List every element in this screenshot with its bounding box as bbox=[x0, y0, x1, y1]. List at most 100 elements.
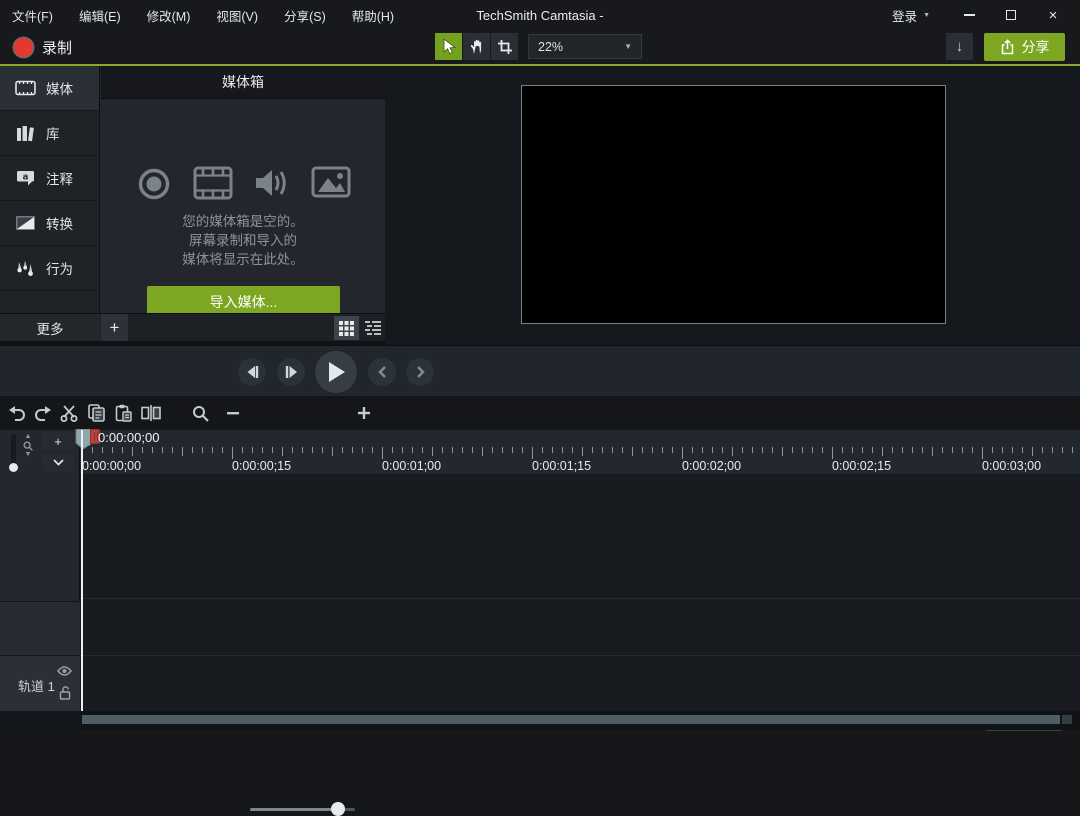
timeline-gutter: ▲ ▼ + 轨道 1 bbox=[0, 430, 80, 730]
svg-text:a: a bbox=[22, 173, 28, 183]
media-bin-title: 媒体箱 bbox=[101, 66, 385, 99]
title-bar: 文件(F) 编辑(E) 修改(M) 视图(V) 分享(S) 帮助(H) Tech… bbox=[0, 0, 1080, 30]
share-button[interactable]: 分享 bbox=[984, 33, 1065, 61]
annotation-icon: a bbox=[14, 170, 36, 186]
list-view-icon bbox=[365, 321, 381, 335]
playhead[interactable]: 0:00:00;00 bbox=[75, 429, 105, 449]
preview-canvas[interactable] bbox=[521, 85, 946, 324]
next-frame-button[interactable] bbox=[277, 358, 305, 386]
pan-tool-button[interactable] bbox=[463, 33, 490, 60]
audio-icon bbox=[254, 166, 290, 202]
timeline-divider bbox=[80, 598, 1080, 599]
timeline-toolbar bbox=[0, 396, 1080, 430]
list-view-button[interactable] bbox=[360, 316, 385, 340]
track-lock-button[interactable] bbox=[59, 686, 71, 700]
share-icon bbox=[1000, 39, 1015, 55]
add-track-button[interactable]: + bbox=[42, 432, 74, 450]
split-button[interactable] bbox=[139, 401, 163, 425]
play-icon bbox=[327, 362, 345, 382]
chevron-left-icon bbox=[378, 366, 387, 378]
recording-icon bbox=[136, 166, 172, 202]
add-tab-button[interactable]: + bbox=[101, 314, 128, 342]
sidebar-item-media[interactable]: 媒体 bbox=[0, 66, 99, 111]
crop-tool-button[interactable] bbox=[491, 33, 518, 60]
track-zoom-control[interactable]: ▲ ▼ bbox=[22, 433, 34, 459]
playhead-time-label: 0:00:00;00 bbox=[98, 430, 159, 445]
redo-button[interactable] bbox=[31, 401, 55, 425]
track-options-button[interactable] bbox=[42, 453, 74, 471]
download-button[interactable]: ↓ bbox=[946, 33, 973, 60]
signin-label: 登录 bbox=[892, 6, 917, 25]
menu-file[interactable]: 文件(F) bbox=[12, 6, 53, 25]
menu-edit[interactable]: 编辑(E) bbox=[79, 6, 121, 25]
zoom-in-button[interactable] bbox=[352, 401, 376, 425]
download-icon: ↓ bbox=[956, 38, 964, 55]
minimize-icon bbox=[964, 14, 975, 16]
split-icon bbox=[141, 405, 161, 421]
track-1-content[interactable] bbox=[80, 655, 1080, 711]
sidebar-item-annotations[interactable]: a 注释 bbox=[0, 156, 99, 201]
chevron-down-icon: ▼ bbox=[624, 42, 632, 51]
playback-bar: 00:00 / 00:00 30 fps 属性 bbox=[0, 345, 1080, 396]
sidebar-item-transitions[interactable]: 转换 bbox=[0, 201, 99, 246]
sidebar-item-label: 库 bbox=[46, 123, 60, 143]
ruler-label: 0:00:01;00 bbox=[382, 459, 441, 473]
media-bin: 您的媒体箱是空的。 屏幕录制和导入的 媒体将显示在此处。 导入媒体... bbox=[101, 100, 385, 313]
play-button[interactable] bbox=[315, 351, 357, 393]
maximize-icon bbox=[1006, 10, 1016, 20]
record-button[interactable]: 录制 bbox=[8, 33, 78, 61]
cut-button[interactable] bbox=[57, 401, 81, 425]
chevron-down-icon bbox=[53, 459, 64, 466]
ruler-label: 0:00:00;00 bbox=[82, 459, 141, 473]
ruler-label: 0:00:02;00 bbox=[682, 459, 741, 473]
paste-button[interactable] bbox=[111, 401, 135, 425]
menu-help[interactable]: 帮助(H) bbox=[352, 6, 394, 25]
media-icon bbox=[14, 80, 36, 96]
timeline-scroll-area bbox=[80, 711, 1080, 730]
left-panel: 媒体 库 a 注释 转换 行为 媒体箱 bbox=[0, 66, 385, 345]
library-icon bbox=[14, 125, 36, 142]
sidebar-more-button[interactable]: 更多 bbox=[0, 314, 100, 342]
ruler-label: 0:00:01;15 bbox=[532, 459, 591, 473]
jump-next-button[interactable] bbox=[406, 358, 434, 386]
timeline-zoom-slider-thumb[interactable] bbox=[331, 802, 345, 816]
timeline: ▲ ▼ + 轨道 1 0:00:00;00 0:00:00;15 0:00:01;0… bbox=[0, 430, 1080, 730]
ruler-label: 0:00:00;15 bbox=[232, 459, 291, 473]
minimize-button[interactable] bbox=[952, 2, 986, 28]
zoom-out-button[interactable] bbox=[221, 401, 245, 425]
sidebar-item-label: 转换 bbox=[46, 213, 73, 233]
sidebar-item-library[interactable]: 库 bbox=[0, 111, 99, 156]
timeline-ruler[interactable]: 0:00:00;00 0:00:00;15 0:00:01;00 0:00:01;15… bbox=[80, 430, 1080, 475]
step-back-icon bbox=[246, 366, 259, 378]
gutter-bottom bbox=[0, 711, 80, 730]
sidebar-item-label: 媒体 bbox=[46, 78, 73, 98]
undo-button[interactable] bbox=[5, 401, 29, 425]
maximize-button[interactable] bbox=[994, 2, 1028, 28]
timeline-scrollbar[interactable] bbox=[82, 715, 1060, 724]
menu-modify[interactable]: 修改(M) bbox=[147, 6, 191, 25]
menu-view[interactable]: 视图(V) bbox=[216, 6, 258, 25]
previous-frame-button[interactable] bbox=[238, 358, 266, 386]
signin-button[interactable]: 登录 ▼ bbox=[892, 6, 930, 25]
eye-icon bbox=[57, 666, 72, 676]
menu-share[interactable]: 分享(S) bbox=[284, 6, 326, 25]
playhead-line[interactable] bbox=[81, 430, 83, 711]
cursor-tool-button[interactable] bbox=[435, 33, 462, 60]
menu-bar: 文件(F) 编辑(E) 修改(M) 视图(V) 分享(S) 帮助(H) bbox=[12, 0, 394, 30]
track-1-header[interactable]: 轨道 1 bbox=[0, 655, 80, 711]
copy-icon bbox=[88, 404, 105, 422]
jump-previous-button[interactable] bbox=[368, 358, 396, 386]
panel-bottom-bar: 更多 + bbox=[0, 313, 385, 341]
track-height-slider-thumb[interactable] bbox=[9, 463, 18, 472]
close-button[interactable]: × bbox=[1036, 2, 1070, 28]
copy-button[interactable] bbox=[84, 401, 108, 425]
step-forward-icon bbox=[285, 366, 298, 378]
cursor-icon bbox=[440, 38, 457, 55]
canvas-zoom-dropdown[interactable]: 22% ▼ bbox=[528, 34, 642, 59]
sidebar-item-label: 注释 bbox=[46, 168, 73, 188]
scissors-icon bbox=[60, 405, 78, 422]
sidebar-item-behaviors[interactable]: 行为 bbox=[0, 246, 99, 291]
timeline-zoom-button[interactable] bbox=[188, 401, 212, 425]
track-visibility-button[interactable] bbox=[57, 666, 72, 676]
grid-view-button[interactable] bbox=[334, 316, 359, 340]
